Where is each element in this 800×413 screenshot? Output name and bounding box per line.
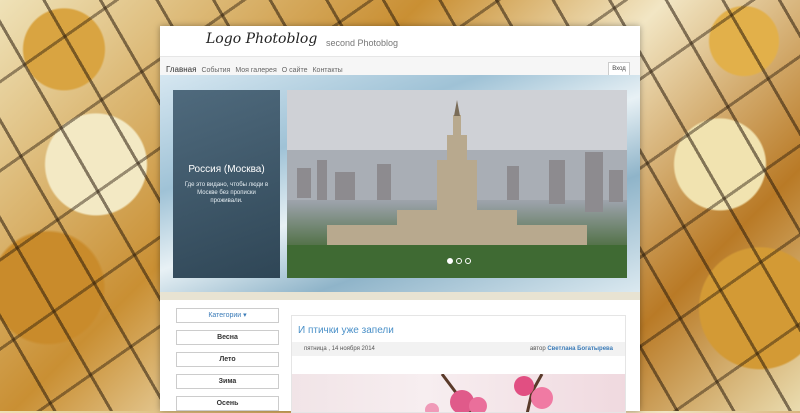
category-spring[interactable]: Весна bbox=[176, 330, 279, 345]
post-author: автор Светлана Богатырева bbox=[530, 342, 613, 356]
slider-dot-2[interactable] bbox=[456, 258, 462, 264]
caret-down-icon: ▾ bbox=[243, 312, 247, 319]
slider-dots bbox=[447, 258, 471, 264]
category-winter[interactable]: Зима bbox=[176, 374, 279, 389]
nav-contacts[interactable]: Контакты bbox=[312, 67, 342, 74]
slider-dot-1[interactable] bbox=[447, 258, 453, 264]
slide-caption: Россия (Москва) Где это видано, чтобы лю… bbox=[173, 90, 280, 278]
page-container: Logo Photoblog second Photoblog Главная … bbox=[160, 26, 640, 413]
post-card: И птички уже запели пятница , 14 ноября … bbox=[291, 315, 626, 413]
slide-caption-text: Где это видано, чтобы люди в Москве без … bbox=[184, 182, 269, 204]
main-nav: Главная События Моя галерея О сайте Конт… bbox=[166, 65, 343, 74]
header: Logo Photoblog second Photoblog bbox=[160, 26, 640, 57]
nav-home[interactable]: Главная bbox=[166, 65, 196, 74]
category-summer[interactable]: Лето bbox=[176, 352, 279, 367]
nav-gallery[interactable]: Моя галерея bbox=[235, 67, 276, 74]
category-autumn[interactable]: Осень bbox=[176, 396, 279, 411]
categories-dropdown-label: Категории bbox=[208, 312, 242, 319]
login-button[interactable]: Вход bbox=[608, 62, 630, 76]
post-date: пятница , 14 ноября 2014 bbox=[304, 346, 375, 352]
logo[interactable]: Logo Photoblog bbox=[206, 31, 317, 47]
nav-about[interactable]: О сайте bbox=[282, 67, 308, 74]
author-name[interactable]: Светлана Богатырева bbox=[547, 346, 613, 352]
categories-dropdown[interactable]: Категории ▾ bbox=[176, 308, 279, 323]
blossom-image bbox=[425, 373, 553, 412]
slider: Россия (Москва) Где это видано, чтобы лю… bbox=[160, 75, 640, 292]
divider-strip bbox=[160, 292, 640, 300]
sidebar: Категории ▾ Весна Лето Зима Осень bbox=[176, 308, 279, 411]
moscow-skyline-image bbox=[287, 90, 627, 278]
author-prefix: автор bbox=[529, 346, 546, 352]
post-meta: пятница , 14 ноября 2014 автор Светлана … bbox=[292, 342, 625, 356]
post-image[interactable] bbox=[292, 373, 625, 412]
post-title[interactable]: И птички уже запели bbox=[298, 325, 625, 336]
slider-dot-3[interactable] bbox=[465, 258, 471, 264]
site-name: second Photoblog bbox=[326, 38, 399, 48]
slide-image[interactable] bbox=[287, 90, 627, 278]
slide-caption-title: Россия (Москва) bbox=[188, 164, 265, 175]
nav-events[interactable]: События bbox=[201, 67, 230, 74]
